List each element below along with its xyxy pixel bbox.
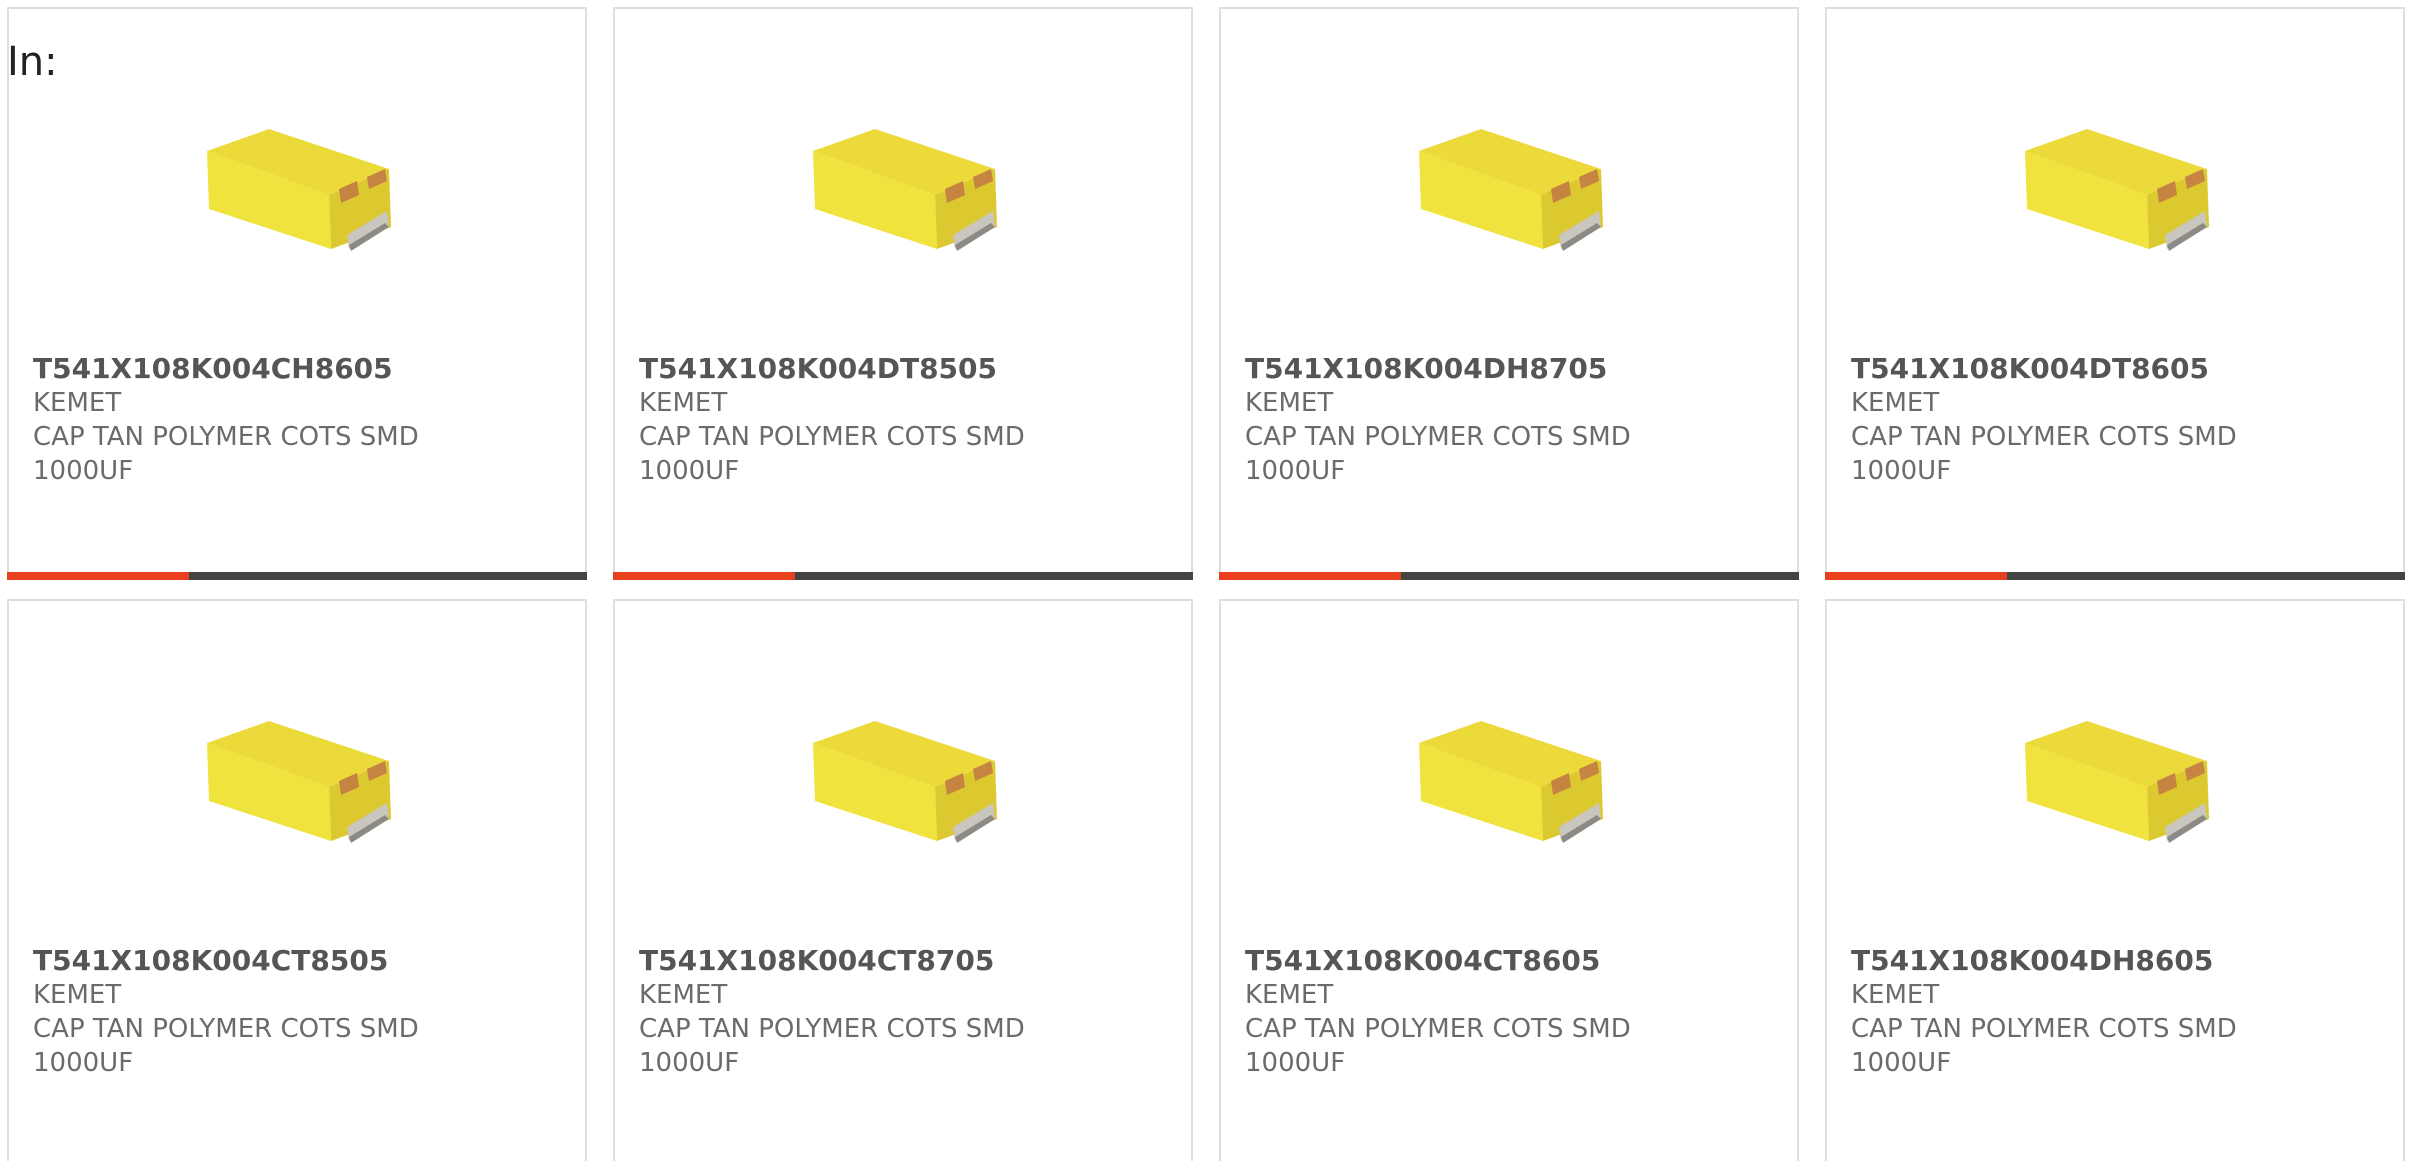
- capacitor-image[interactable]: [1411, 99, 1621, 269]
- product-card[interactable]: T541X108K004DT8505 KEMET CAP TAN POLYMER…: [613, 7, 1193, 580]
- card-bottom-bar: [1825, 572, 2405, 580]
- description-line2: 1000UF: [1245, 1048, 1346, 1078]
- capacitor-image[interactable]: [1411, 691, 1621, 861]
- manufacturer-name: KEMET: [1245, 388, 1334, 418]
- description-line2: 1000UF: [639, 456, 740, 486]
- description-line1: CAP TAN POLYMER COTS SMD: [1851, 422, 2237, 452]
- part-number-link[interactable]: T541X108K004DT8605: [1851, 352, 2371, 386]
- tantalum-capacitor-image: [207, 721, 391, 843]
- tantalum-capacitor-image: [2025, 129, 2209, 251]
- description-line1: CAP TAN POLYMER COTS SMD: [1245, 422, 1631, 452]
- manufacturer-name: KEMET: [33, 980, 122, 1010]
- tantalum-capacitor-image: [1419, 129, 1603, 251]
- product-card[interactable]: T541X108K004CT8705 KEMET CAP TAN POLYMER…: [613, 599, 1193, 1161]
- description-line1: CAP TAN POLYMER COTS SMD: [639, 1014, 1025, 1044]
- card-bottom-bar: [613, 572, 1193, 580]
- capacitor-image[interactable]: [199, 691, 409, 861]
- part-number-link[interactable]: T541X108K004DH8605: [1851, 944, 2371, 978]
- product-card[interactable]: T541X108K004DH8705 KEMET CAP TAN POLYMER…: [1219, 7, 1799, 580]
- part-number-link[interactable]: T541X108K004CT8705: [639, 944, 1159, 978]
- manufacturer-name: KEMET: [1245, 980, 1334, 1010]
- part-number-link[interactable]: T541X108K004CT8605: [1245, 944, 1765, 978]
- manufacturer-name: KEMET: [639, 980, 728, 1010]
- product-card[interactable]: T541X108K004CH8605 KEMET CAP TAN POLYMER…: [7, 7, 587, 580]
- capacitor-image[interactable]: [2017, 691, 2227, 861]
- product-info: T541X108K004DH8605 KEMET CAP TAN POLYMER…: [1851, 944, 2371, 1080]
- card-bottom-bar: [7, 572, 587, 580]
- capacitor-image[interactable]: [2017, 99, 2227, 269]
- product-card[interactable]: T541X108K004DT8605 KEMET CAP TAN POLYMER…: [1825, 7, 2405, 580]
- product-info: T541X108K004CT8505 KEMET CAP TAN POLYMER…: [33, 944, 553, 1080]
- description-line1: CAP TAN POLYMER COTS SMD: [1851, 1014, 2237, 1044]
- description-line2: 1000UF: [1245, 456, 1346, 486]
- part-number-link[interactable]: T541X108K004DH8705: [1245, 352, 1765, 386]
- tantalum-capacitor-image: [813, 129, 997, 251]
- description-line2: 1000UF: [33, 456, 134, 486]
- product-info: T541X108K004CH8605 KEMET CAP TAN POLYMER…: [33, 352, 553, 488]
- manufacturer-name: KEMET: [1851, 388, 1940, 418]
- description-line2: 1000UF: [639, 1048, 740, 1078]
- description-line1: CAP TAN POLYMER COTS SMD: [33, 422, 419, 452]
- product-card[interactable]: T541X108K004CT8605 KEMET CAP TAN POLYMER…: [1219, 599, 1799, 1161]
- description-line2: 1000UF: [33, 1048, 134, 1078]
- product-info: T541X108K004DH8705 KEMET CAP TAN POLYMER…: [1245, 352, 1765, 488]
- card-accent-bar: [1825, 572, 2007, 580]
- tantalum-capacitor-image: [1419, 721, 1603, 843]
- tantalum-capacitor-image: [207, 129, 391, 251]
- product-card[interactable]: T541X108K004DH8605 KEMET CAP TAN POLYMER…: [1825, 599, 2405, 1161]
- capacitor-image[interactable]: [805, 99, 1015, 269]
- description-line2: 1000UF: [1851, 1048, 1952, 1078]
- capacitor-image[interactable]: [199, 99, 409, 269]
- capacitor-image[interactable]: [805, 691, 1015, 861]
- description-line1: CAP TAN POLYMER COTS SMD: [639, 422, 1025, 452]
- description-line2: 1000UF: [1851, 456, 1952, 486]
- page-heading: In:: [7, 39, 58, 85]
- manufacturer-name: KEMET: [33, 388, 122, 418]
- product-info: T541X108K004CT8705 KEMET CAP TAN POLYMER…: [639, 944, 1159, 1080]
- card-accent-bar: [613, 572, 795, 580]
- part-number-link[interactable]: T541X108K004DT8505: [639, 352, 1159, 386]
- tantalum-capacitor-image: [813, 721, 997, 843]
- product-info: T541X108K004DT8605 KEMET CAP TAN POLYMER…: [1851, 352, 2371, 488]
- card-bottom-bar: [1219, 572, 1799, 580]
- product-info: T541X108K004CT8605 KEMET CAP TAN POLYMER…: [1245, 944, 1765, 1080]
- manufacturer-name: KEMET: [639, 388, 728, 418]
- description-line1: CAP TAN POLYMER COTS SMD: [33, 1014, 419, 1044]
- part-number-link[interactable]: T541X108K004CH8605: [33, 352, 553, 386]
- tantalum-capacitor-image: [2025, 721, 2209, 843]
- manufacturer-name: KEMET: [1851, 980, 1940, 1010]
- card-accent-bar: [1219, 572, 1401, 580]
- product-card[interactable]: T541X108K004CT8505 KEMET CAP TAN POLYMER…: [7, 599, 587, 1161]
- card-accent-bar: [7, 572, 189, 580]
- part-number-link[interactable]: T541X108K004CT8505: [33, 944, 553, 978]
- product-info: T541X108K004DT8505 KEMET CAP TAN POLYMER…: [639, 352, 1159, 488]
- description-line1: CAP TAN POLYMER COTS SMD: [1245, 1014, 1631, 1044]
